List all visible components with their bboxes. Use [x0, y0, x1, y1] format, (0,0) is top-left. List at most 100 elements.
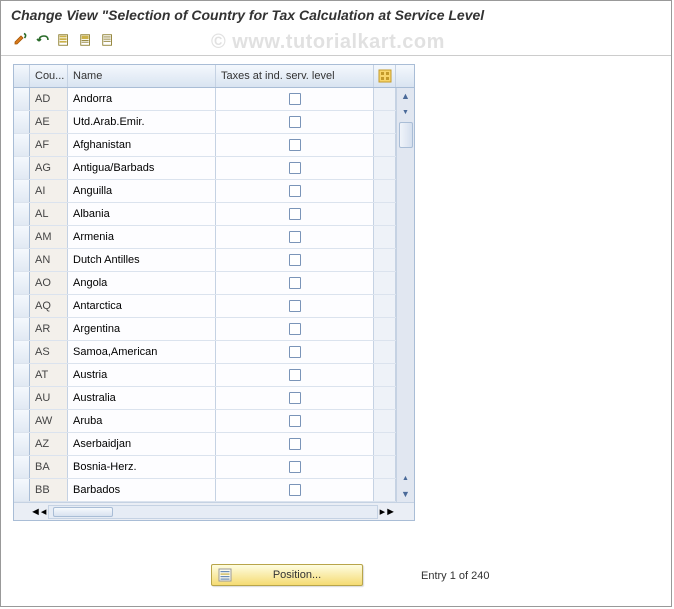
tax-checkbox[interactable]: [289, 323, 301, 335]
tax-checkbox[interactable]: [289, 415, 301, 427]
row-selector[interactable]: [14, 134, 30, 156]
row-gap: [374, 249, 396, 271]
row-selector[interactable]: [14, 111, 30, 133]
select-all-header[interactable]: [14, 65, 30, 87]
country-name-cell: Austria: [68, 364, 216, 386]
table-row[interactable]: AFAfghanistan: [14, 134, 414, 157]
row-selector[interactable]: [14, 203, 30, 225]
table-row[interactable]: AEUtd.Arab.Emir.: [14, 111, 414, 134]
hscroll-track[interactable]: [48, 505, 377, 519]
row-gap: [374, 134, 396, 156]
tax-checkbox[interactable]: [289, 369, 301, 381]
toolbar: [1, 27, 671, 55]
tax-checkbox-cell: [216, 111, 374, 133]
row-selector[interactable]: [14, 364, 30, 386]
country-code-cell: AT: [30, 364, 68, 386]
tax-checkbox[interactable]: [289, 438, 301, 450]
table-row[interactable]: AQAntarctica: [14, 295, 414, 318]
row-selector[interactable]: [14, 456, 30, 478]
tax-checkbox-cell: [216, 318, 374, 340]
toggle-display-change-button[interactable]: [11, 31, 29, 49]
vscroll-page-up-icon[interactable]: ▼: [398, 104, 414, 120]
vscroll-up-icon[interactable]: ▲: [398, 88, 414, 104]
tax-checkbox[interactable]: [289, 461, 301, 473]
table-row[interactable]: BABosnia-Herz.: [14, 456, 414, 479]
tax-checkbox[interactable]: [289, 208, 301, 220]
tax-checkbox[interactable]: [289, 116, 301, 128]
row-selector[interactable]: [14, 226, 30, 248]
row-selector[interactable]: [14, 387, 30, 409]
row-selector[interactable]: [14, 157, 30, 179]
undo-button[interactable]: [33, 31, 51, 49]
column-header-code[interactable]: Cou...: [30, 65, 68, 87]
vertical-scrollbar[interactable]: ▲ ▼ ▲ ▼: [396, 88, 414, 502]
hscroll-right-icon[interactable]: ►: [385, 506, 396, 518]
tax-checkbox[interactable]: [289, 93, 301, 105]
row-gap: [374, 157, 396, 179]
row-selector[interactable]: [14, 341, 30, 363]
country-code-cell: AL: [30, 203, 68, 225]
country-name-cell: Argentina: [68, 318, 216, 340]
table-body: ADAndorraAEUtd.Arab.Emir.AFAfghanistanAG…: [14, 88, 414, 502]
row-gap: [374, 318, 396, 340]
vscroll-page-down-icon[interactable]: ▲: [398, 470, 414, 486]
hscroll-left-inner-icon[interactable]: ◂: [41, 505, 47, 518]
table-row[interactable]: AOAngola: [14, 272, 414, 295]
table-row[interactable]: ATAustria: [14, 364, 414, 387]
select-all-button[interactable]: [55, 31, 73, 49]
table-row[interactable]: AUAustralia: [14, 387, 414, 410]
tax-checkbox[interactable]: [289, 277, 301, 289]
tax-checkbox[interactable]: [289, 254, 301, 266]
row-selector[interactable]: [14, 410, 30, 432]
tax-checkbox[interactable]: [289, 231, 301, 243]
country-name-cell: Armenia: [68, 226, 216, 248]
hscroll-left-icon[interactable]: ◄: [30, 506, 41, 518]
table-row[interactable]: ADAndorra: [14, 88, 414, 111]
table-row[interactable]: ALAlbania: [14, 203, 414, 226]
row-selector[interactable]: [14, 479, 30, 501]
row-selector[interactable]: [14, 272, 30, 294]
row-selector[interactable]: [14, 433, 30, 455]
deselect-all-button[interactable]: [99, 31, 117, 49]
table-row[interactable]: ASSamoa,American: [14, 341, 414, 364]
hscroll-thumb[interactable]: [53, 507, 113, 517]
select-block-button[interactable]: [77, 31, 95, 49]
vscroll-thumb[interactable]: [399, 122, 413, 148]
table-row[interactable]: AZAserbaidjan: [14, 433, 414, 456]
table-row[interactable]: ANDutch Antilles: [14, 249, 414, 272]
horizontal-scrollbar[interactable]: ◄ ◂ ▸ ►: [14, 502, 414, 520]
country-name-cell: Aruba: [68, 410, 216, 432]
table-row[interactable]: AMArmenia: [14, 226, 414, 249]
tax-checkbox[interactable]: [289, 392, 301, 404]
column-header-tax[interactable]: Taxes at ind. serv. level: [216, 65, 374, 87]
tax-checkbox[interactable]: [289, 300, 301, 312]
tax-checkbox[interactable]: [289, 185, 301, 197]
row-selector[interactable]: [14, 180, 30, 202]
column-header-name[interactable]: Name: [68, 65, 216, 87]
tax-checkbox[interactable]: [289, 139, 301, 151]
tax-checkbox[interactable]: [289, 346, 301, 358]
tax-checkbox[interactable]: [289, 484, 301, 496]
vscroll-down-icon[interactable]: ▼: [398, 486, 414, 502]
table-row[interactable]: AIAnguilla: [14, 180, 414, 203]
tax-checkbox-cell: [216, 134, 374, 156]
tax-checkbox-cell: [216, 180, 374, 202]
row-gap: [374, 479, 396, 501]
position-button[interactable]: Position...: [211, 564, 363, 586]
tax-checkbox[interactable]: [289, 162, 301, 174]
table-settings-button[interactable]: [374, 65, 396, 87]
row-selector[interactable]: [14, 88, 30, 110]
row-gap: [374, 272, 396, 294]
country-code-cell: AM: [30, 226, 68, 248]
row-selector[interactable]: [14, 295, 30, 317]
country-name-cell: Albania: [68, 203, 216, 225]
country-name-cell: Australia: [68, 387, 216, 409]
row-selector[interactable]: [14, 249, 30, 271]
country-code-cell: AG: [30, 157, 68, 179]
row-selector[interactable]: [14, 318, 30, 340]
row-gap: [374, 456, 396, 478]
table-row[interactable]: AWAruba: [14, 410, 414, 433]
table-row[interactable]: ARArgentina: [14, 318, 414, 341]
table-row[interactable]: BBBarbados: [14, 479, 414, 502]
table-row[interactable]: AGAntigua/Barbads: [14, 157, 414, 180]
